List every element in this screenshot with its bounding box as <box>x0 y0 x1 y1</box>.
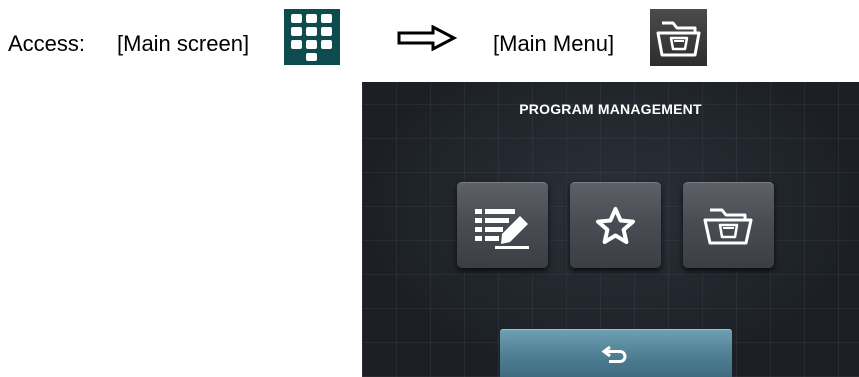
program-folder-icon <box>703 208 753 245</box>
grid-icon <box>284 9 340 65</box>
program-folder-button[interactable] <box>683 182 774 268</box>
screen-title: PROGRAM MANAGEMENT <box>519 101 702 117</box>
program-folder-icon <box>650 9 707 66</box>
access-label: Access: <box>8 31 86 56</box>
back-button[interactable] <box>500 329 732 377</box>
back-arrow-icon <box>601 345 627 363</box>
star-icon <box>596 207 635 244</box>
list-edit-icon <box>475 209 529 249</box>
favorites-button[interactable] <box>570 182 661 268</box>
access-instructions: Access: [Main screen] [Main Menu] <box>0 0 859 80</box>
main-screen-label: [Main screen] <box>117 31 250 56</box>
main-menu-label: [Main Menu] <box>493 31 615 56</box>
program-edit-button[interactable] <box>457 182 548 268</box>
device-screen: PROGRAM MANAGEMENT <box>362 82 859 377</box>
right-arrow-icon <box>397 25 457 51</box>
